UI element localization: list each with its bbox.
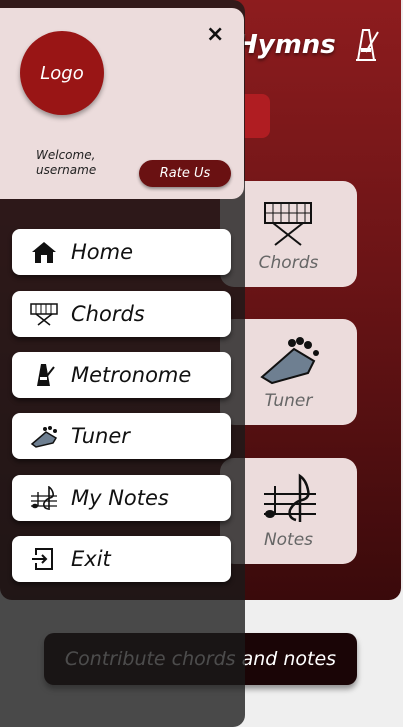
menu-item-label: Metronome: [71, 363, 192, 387]
close-icon[interactable]: ×: [206, 22, 224, 47]
menu-item-label: Chords: [71, 302, 145, 326]
menu-item-tuner[interactable]: Tuner: [12, 413, 231, 459]
rate-us-button[interactable]: Rate Us: [139, 160, 231, 187]
home-icon: [32, 242, 56, 263]
keyboard-icon: [264, 202, 312, 246]
nav-drawer: × Logo Welcome, username Rate Us Home Ch…: [0, 0, 245, 727]
menu-item-my-notes[interactable]: My Notes: [12, 475, 231, 521]
exit-icon: [32, 548, 53, 570]
menu-item-exit[interactable]: Exit: [12, 536, 231, 582]
menu-item-home[interactable]: Home: [12, 229, 231, 275]
menu-item-label: Tuner: [71, 424, 130, 448]
welcome-username: username: [36, 163, 97, 177]
drawer-header: × Logo Welcome, username Rate Us: [0, 8, 244, 199]
welcome-greeting: Welcome,: [36, 148, 96, 162]
menu-item-label: My Notes: [71, 486, 169, 510]
menu-item-label: Home: [71, 240, 134, 264]
guitar-head-icon: [260, 337, 319, 385]
metronome-icon: [37, 364, 55, 386]
music-notes-icon: [31, 486, 57, 510]
logo: Logo: [20, 31, 104, 115]
metronome-icon[interactable]: [350, 26, 382, 62]
menu-item-label: Exit: [71, 547, 111, 571]
keyboard-icon: [30, 303, 58, 326]
welcome-text: Welcome, username: [36, 148, 96, 178]
menu-item-metronome[interactable]: Metronome: [12, 352, 231, 398]
music-notes-icon: [264, 473, 316, 522]
guitar-head-icon: [30, 426, 58, 448]
menu-item-chords[interactable]: Chords: [12, 291, 231, 337]
app-title: Hymns: [236, 30, 336, 60]
